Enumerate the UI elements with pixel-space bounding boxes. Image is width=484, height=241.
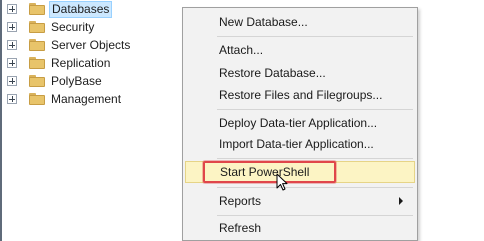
submenu-arrow-icon <box>399 197 403 205</box>
folder-icon <box>29 75 45 87</box>
menu-separator <box>217 36 413 37</box>
tree-node-label[interactable]: Replication <box>49 56 112 70</box>
menu-separator <box>217 158 413 159</box>
menu-separator <box>217 187 413 188</box>
folder-icon <box>29 3 45 15</box>
menu-item-label: Restore Files and Filegroups... <box>219 88 383 102</box>
tree-node-label[interactable]: Security <box>49 20 96 34</box>
menu-separator <box>217 109 413 110</box>
menu-item-new-database[interactable]: New Database... <box>185 11 415 33</box>
menu-item-label: Attach... <box>219 43 264 57</box>
menu-item-label: New Database... <box>219 15 308 29</box>
tree-node-polybase[interactable]: PolyBase <box>7 72 104 90</box>
expand-icon[interactable] <box>7 4 17 14</box>
tree-node-management[interactable]: Management <box>7 90 123 108</box>
folder-icon <box>29 93 45 105</box>
expand-icon[interactable] <box>7 76 17 86</box>
tree-node-label[interactable]: Databases <box>49 0 113 18</box>
tree-node-label[interactable]: PolyBase <box>49 74 104 88</box>
menu-item-label: Refresh <box>219 221 262 235</box>
menu-item-label: Deploy Data-tier Application... <box>219 116 378 130</box>
menu-item-restore-files-filegroups[interactable]: Restore Files and Filegroups... <box>185 84 415 106</box>
expand-icon[interactable] <box>7 58 17 68</box>
menu-item-reports[interactable]: Reports <box>185 190 415 212</box>
folder-icon <box>29 21 45 33</box>
menu-item-label: Restore Database... <box>219 66 326 80</box>
menu-item-deploy-data-tier[interactable]: Deploy Data-tier Application... <box>185 112 415 134</box>
menu-item-label: Reports <box>219 194 262 208</box>
tree-node-replication[interactable]: Replication <box>7 54 112 72</box>
tree-node-server-objects[interactable]: Server Objects <box>7 36 132 54</box>
mouse-pointer-icon <box>276 173 288 191</box>
object-explorer-tree: Databases Security Server Objects Replic… <box>0 0 190 241</box>
menu-item-import-data-tier[interactable]: Import Data-tier Application... <box>185 133 415 155</box>
highlight-callout-box <box>203 161 336 183</box>
tree-node-security[interactable]: Security <box>7 18 96 36</box>
tree-node-label[interactable]: Server Objects <box>49 38 132 52</box>
expand-icon[interactable] <box>7 22 17 32</box>
context-menu: New Database... Attach... Restore Databa… <box>182 7 418 241</box>
folder-icon <box>29 39 45 51</box>
menu-separator <box>217 215 413 216</box>
tree-node-databases[interactable]: Databases <box>7 0 113 18</box>
expand-icon[interactable] <box>7 40 17 50</box>
folder-icon <box>29 57 45 69</box>
menu-item-refresh[interactable]: Refresh <box>185 217 415 239</box>
menu-item-attach[interactable]: Attach... <box>185 39 415 61</box>
tree-node-label[interactable]: Management <box>49 92 123 106</box>
menu-item-restore-database[interactable]: Restore Database... <box>185 62 415 84</box>
expand-icon[interactable] <box>7 94 17 104</box>
menu-item-label: Import Data-tier Application... <box>219 137 374 151</box>
